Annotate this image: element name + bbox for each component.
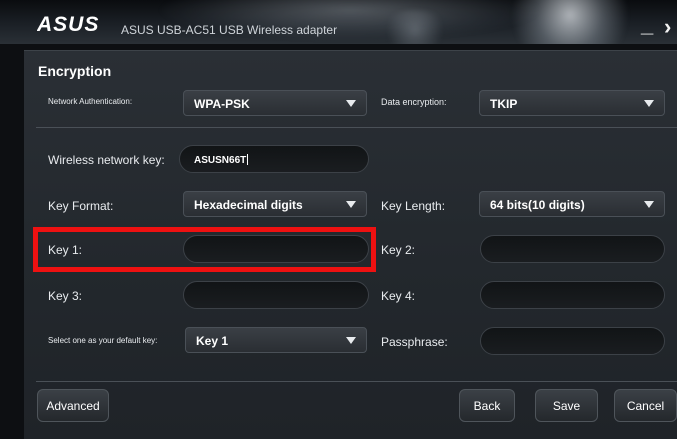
network-authentication-dropdown[interactable]: WPA-PSK: [183, 90, 367, 116]
section-divider: [36, 127, 677, 128]
key3-input[interactable]: [183, 281, 369, 309]
window-title: ASUS USB-AC51 USB Wireless adapter: [121, 23, 338, 37]
minimize-icon[interactable]: _: [641, 14, 653, 36]
chevron-down-icon: [346, 337, 356, 344]
svg-text:ASUS: ASUS: [37, 14, 99, 34]
key-length-value: 64 bits(10 digits): [490, 198, 585, 212]
default-key-value: Key 1: [196, 334, 229, 348]
wireless-network-key-label: Wireless network key:: [48, 153, 165, 167]
close-icon[interactable]: ›: [664, 16, 671, 38]
titlebar-glow: [380, 10, 450, 44]
titlebar-glow: [500, 0, 640, 44]
advanced-button[interactable]: Advanced: [37, 389, 109, 422]
data-encryption-label: Data encryption:: [381, 97, 447, 107]
chevron-down-icon: [644, 201, 654, 208]
network-authentication-label: Network Authentication:: [48, 97, 133, 106]
key-format-value: Hexadecimal digits: [194, 198, 303, 212]
key-format-dropdown[interactable]: Hexadecimal digits: [183, 191, 367, 217]
key1-highlight-box: [33, 227, 376, 272]
asus-logo: ASUS: [37, 14, 99, 34]
key-length-dropdown[interactable]: 64 bits(10 digits): [479, 191, 665, 217]
chevron-down-icon: [644, 100, 654, 107]
key4-label: Key 4:: [381, 289, 416, 303]
key4-input[interactable]: [480, 281, 665, 309]
key-length-label: Key Length:: [381, 199, 446, 213]
key-format-label: Key Format:: [48, 199, 114, 213]
text-caret: [247, 154, 249, 165]
network-authentication-value: WPA-PSK: [194, 97, 250, 111]
passphrase-input[interactable]: [480, 327, 665, 355]
back-button[interactable]: Back: [459, 389, 515, 422]
wireless-network-key-input[interactable]: ASUSN66T: [179, 145, 369, 173]
data-encryption-dropdown[interactable]: TKIP: [479, 90, 665, 116]
data-encryption-value: TKIP: [490, 97, 518, 111]
default-key-label: Select one as your default key:: [48, 336, 158, 345]
cancel-button[interactable]: Cancel: [614, 389, 677, 422]
chevron-down-icon: [346, 201, 356, 208]
default-key-dropdown[interactable]: Key 1: [185, 327, 367, 353]
wireless-network-key-value: ASUSN66T: [194, 155, 247, 166]
passphrase-label: Passphrase:: [381, 335, 448, 349]
section-title: Encryption: [38, 63, 112, 79]
key2-input[interactable]: [480, 235, 665, 263]
save-button[interactable]: Save: [535, 389, 598, 422]
key2-label: Key 2:: [381, 243, 416, 257]
chevron-down-icon: [346, 100, 356, 107]
footer-divider: [36, 381, 677, 382]
key3-label: Key 3:: [48, 289, 83, 303]
title-bar: ASUS ASUS USB-AC51 USB Wireless adapter …: [0, 0, 677, 44]
